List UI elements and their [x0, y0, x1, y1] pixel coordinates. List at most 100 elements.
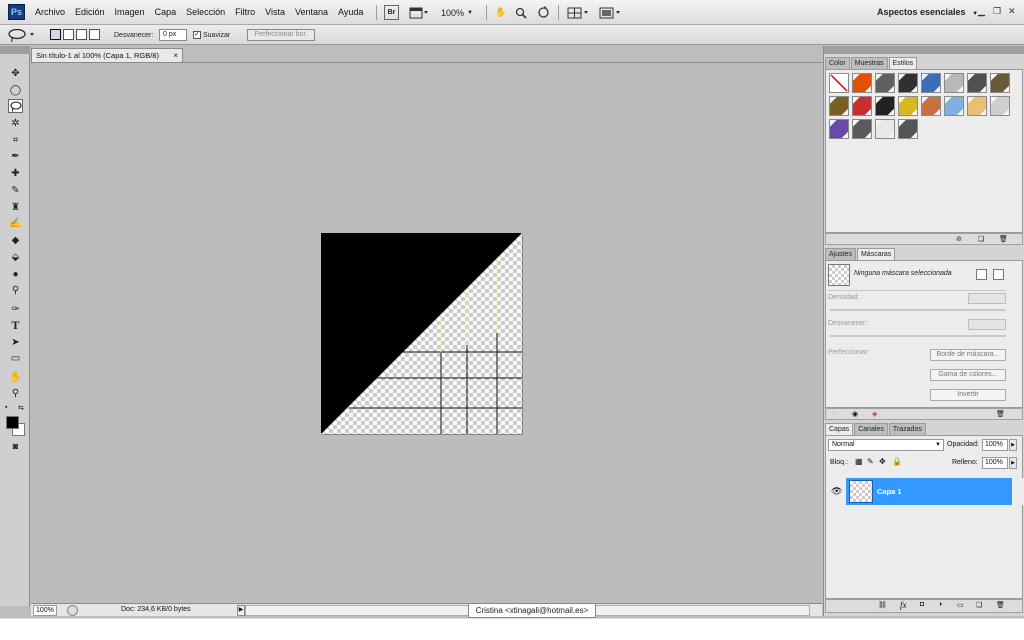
lasso-tool-icon[interactable] — [8, 99, 23, 113]
style-swatch[interactable] — [898, 73, 918, 93]
document-canvas[interactable] — [321, 233, 522, 434]
brush-tool-icon[interactable]: ✎ — [8, 183, 23, 197]
menu-ayuda[interactable]: Ayuda — [333, 0, 368, 25]
magic-wand-tool-icon[interactable]: ✲ — [8, 116, 23, 130]
menu-archivo[interactable]: Archivo — [30, 0, 70, 25]
load-selection-icon[interactable]: ◌ — [832, 410, 836, 417]
new-group-icon[interactable]: ▭ — [957, 601, 964, 609]
delete-layer-icon[interactable]: 🗑 — [996, 601, 1005, 609]
document-tab[interactable]: Sin título-1 al 100% (Capa 1, RGB/8) × — [31, 48, 183, 62]
style-swatch[interactable] — [852, 96, 872, 116]
lock-transparency-icon[interactable]: ▦ — [855, 457, 863, 466]
dodge-tool-icon[interactable]: ⚲ — [8, 283, 23, 297]
blend-mode-select[interactable]: Normal ▼ — [828, 439, 944, 451]
no-style-swatch[interactable] — [829, 73, 849, 93]
style-swatch[interactable] — [875, 96, 895, 116]
tab-channels[interactable]: Canales — [854, 423, 888, 435]
tool-preset-picker[interactable] — [6, 25, 40, 45]
density-slider[interactable] — [830, 309, 1006, 311]
hand-tool-icon[interactable]: ✋ — [494, 5, 508, 20]
style-swatch[interactable] — [852, 119, 872, 139]
style-swatch[interactable] — [921, 96, 941, 116]
fill-input[interactable]: 100% — [982, 457, 1008, 469]
minimize-icon[interactable]: ▁ — [978, 6, 985, 17]
arrange-documents-icon[interactable] — [566, 5, 592, 20]
tab-swatches[interactable]: Muestras — [850, 57, 888, 69]
paint-bucket-tool-icon[interactable]: ⬙ — [8, 250, 23, 264]
color-range-button[interactable]: Gama de colores... — [930, 369, 1006, 381]
style-swatch[interactable] — [967, 73, 987, 93]
zoom-tool-icon[interactable] — [514, 5, 528, 20]
add-to-selection-icon[interactable] — [63, 29, 74, 40]
tab-color[interactable]: Color — [825, 57, 850, 69]
canvas-area[interactable] — [31, 62, 822, 603]
style-swatch[interactable] — [875, 119, 895, 139]
pen-tool-icon[interactable]: ✑ — [8, 302, 23, 316]
style-swatch[interactable] — [898, 119, 918, 139]
lock-all-icon[interactable]: 🔒 — [892, 457, 902, 466]
menu-ventana[interactable]: Ventana — [290, 0, 333, 25]
menu-seleccion[interactable]: Selección — [181, 0, 230, 25]
tab-paths[interactable]: Trazados — [888, 423, 926, 435]
tab-styles[interactable]: Estilos — [888, 57, 918, 69]
dock-header[interactable] — [824, 46, 1024, 54]
delete-style-icon[interactable]: 🗑 — [999, 235, 1008, 243]
tab-adjustments[interactable]: Ajustes — [825, 248, 856, 260]
rotate-view-icon[interactable] — [536, 5, 550, 20]
clear-style-icon[interactable]: ⊘ — [956, 235, 962, 243]
feather-input[interactable] — [968, 319, 1006, 330]
layer-row[interactable]: 👁 Capa 1 — [828, 478, 1024, 505]
link-layers-icon[interactable]: ⛓ — [878, 601, 887, 609]
style-swatch[interactable] — [990, 96, 1010, 116]
feather-slider[interactable] — [830, 335, 1006, 337]
style-swatch[interactable] — [921, 73, 941, 93]
move-tool-icon[interactable]: ✥ — [8, 66, 23, 80]
app-logo[interactable]: Ps — [8, 4, 25, 20]
status-menu-arrow-icon[interactable]: ▶ — [237, 605, 245, 616]
style-swatch[interactable] — [875, 73, 895, 93]
adjustment-layer-icon[interactable]: ◑ — [938, 601, 942, 608]
lock-position-icon[interactable]: ✥ — [879, 457, 886, 466]
apply-mask-icon[interactable]: ◈ — [872, 410, 877, 418]
style-swatch[interactable] — [829, 119, 849, 139]
layer-selected-highlight[interactable]: Capa 1 — [846, 478, 1012, 505]
quick-mask-icon[interactable]: ◙ — [8, 439, 23, 453]
menu-vista[interactable]: Vista — [260, 0, 290, 25]
subtract-from-selection-icon[interactable] — [76, 29, 87, 40]
add-mask-icon[interactable]: ◘ — [920, 601, 924, 608]
default-colors-icon[interactable]: ▪ — [5, 404, 7, 411]
visibility-icon[interactable]: ◉ — [852, 410, 858, 418]
tab-layers[interactable]: Capas — [825, 423, 854, 435]
path-selection-tool-icon[interactable]: ➤ — [8, 335, 23, 349]
workspace-switcher[interactable]: Aspectos esenciales ▼ — [877, 7, 978, 17]
invert-button[interactable]: Invertir — [930, 389, 1006, 401]
menu-imagen[interactable]: Imagen — [110, 0, 150, 25]
healing-brush-tool-icon[interactable]: ✚ — [8, 166, 23, 180]
density-input[interactable] — [968, 293, 1006, 304]
new-layer-icon[interactable]: ❏ — [976, 601, 982, 609]
style-swatch[interactable] — [990, 73, 1010, 93]
crop-tool-icon[interactable]: ⌗ — [8, 133, 23, 147]
new-selection-icon[interactable] — [50, 29, 61, 40]
opacity-arrow-icon[interactable]: ▶ — [1009, 439, 1017, 451]
clone-stamp-tool-icon[interactable]: ♜ — [8, 200, 23, 214]
mask-edge-button[interactable]: Borde de máscara... — [930, 349, 1006, 361]
close-icon[interactable]: ✕ — [1008, 6, 1016, 17]
style-swatch[interactable] — [967, 96, 987, 116]
intersect-selection-icon[interactable] — [89, 29, 100, 40]
new-style-icon[interactable]: ❏ — [978, 235, 984, 243]
restore-icon[interactable]: ❐ — [993, 6, 1001, 17]
screen-mode-select-icon[interactable] — [598, 5, 624, 20]
style-swatch[interactable] — [944, 73, 964, 93]
zoom-tool-icon[interactable]: ⚲ — [8, 386, 23, 400]
swap-colors-icon[interactable]: ⇆ — [18, 404, 24, 412]
hand-tool-icon[interactable]: ✋ — [8, 370, 23, 384]
style-swatch[interactable] — [898, 96, 918, 116]
shape-tool-icon[interactable]: ▭ — [8, 351, 23, 365]
zoom-level-select[interactable]: 100% ▼ — [441, 5, 473, 20]
menu-filtro[interactable]: Filtro — [230, 0, 260, 25]
lock-image-icon[interactable]: ✎ — [867, 457, 874, 466]
layer-style-icon[interactable]: fx — [900, 600, 907, 610]
style-swatch[interactable] — [829, 96, 849, 116]
menu-capa[interactable]: Capa — [150, 0, 182, 25]
